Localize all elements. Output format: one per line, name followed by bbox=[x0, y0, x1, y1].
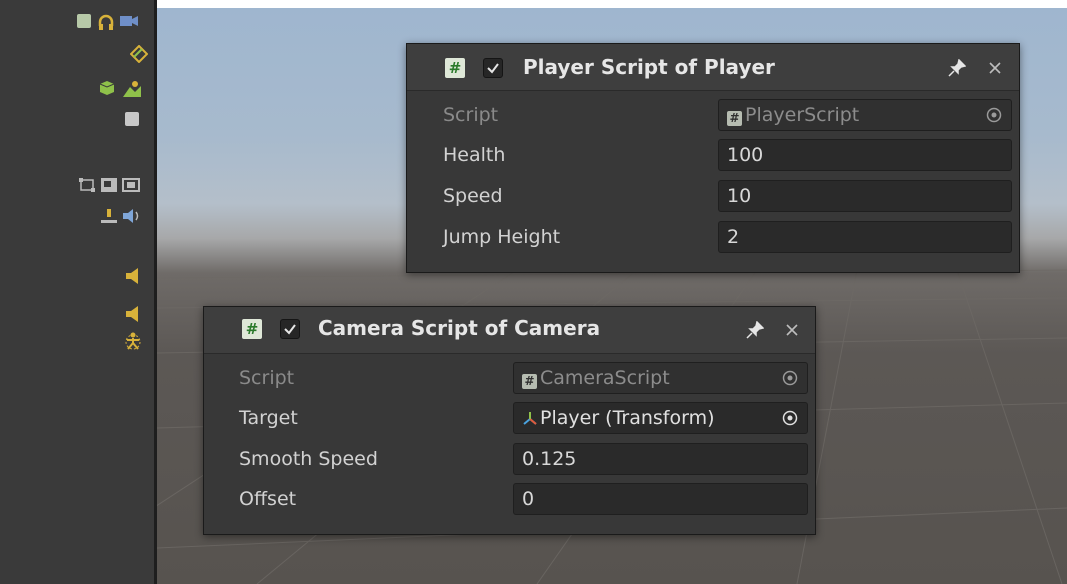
field-label-speed: Speed bbox=[443, 185, 503, 207]
enabled-checkbox[interactable] bbox=[280, 319, 300, 339]
panel-title: Camera Script of Camera bbox=[318, 316, 601, 340]
cube-icon[interactable] bbox=[99, 80, 115, 96]
field-label-smooth-speed: Smooth Speed bbox=[239, 448, 378, 470]
target-object-field[interactable]: Player (Transform) bbox=[513, 402, 808, 434]
enabled-checkbox[interactable] bbox=[483, 58, 503, 78]
transform-icon bbox=[523, 412, 537, 425]
target-icon bbox=[782, 370, 798, 386]
field-label-offset: Offset bbox=[239, 488, 297, 510]
gizmo-strip bbox=[0, 0, 157, 584]
close-icon[interactable] bbox=[785, 323, 799, 337]
camera-icon[interactable] bbox=[120, 14, 140, 28]
target-icon bbox=[986, 107, 1002, 123]
player-script-inspector: # Player Script of Player Script # Player… bbox=[406, 43, 1020, 273]
object-picker-button[interactable] bbox=[773, 363, 807, 393]
audio-source-icon[interactable] bbox=[125, 268, 141, 284]
field-label-script: Script bbox=[443, 104, 499, 126]
offset-input[interactable]: 0 bbox=[513, 483, 808, 515]
target-value: Player (Transform) bbox=[540, 407, 715, 429]
script-value: PlayerScript bbox=[745, 104, 860, 126]
script-icon: # bbox=[727, 111, 742, 126]
camera-script-inspector: # Camera Script of Camera Script # Camera… bbox=[203, 306, 816, 535]
canvas-icon[interactable] bbox=[100, 177, 118, 193]
field-label-health: Health bbox=[443, 144, 506, 166]
pin-icon[interactable] bbox=[948, 59, 966, 77]
script-object-field[interactable]: # PlayerScript bbox=[718, 99, 1012, 131]
panel-title: Player Script of Player bbox=[523, 55, 775, 79]
event-system-icon[interactable] bbox=[100, 208, 118, 224]
smooth-speed-input[interactable]: 0.125 bbox=[513, 443, 808, 475]
field-label-target: Target bbox=[239, 407, 298, 429]
field-label-jump-height: Jump Height bbox=[443, 226, 561, 248]
jump-height-input[interactable]: 2 bbox=[718, 221, 1012, 253]
light-probe-icon[interactable] bbox=[130, 45, 148, 63]
player-panel-header: # Player Script of Player bbox=[407, 44, 1019, 91]
pin-icon[interactable] bbox=[746, 321, 764, 339]
target-icon bbox=[782, 410, 798, 426]
character-icon[interactable] bbox=[124, 332, 142, 350]
script-value: CameraScript bbox=[540, 367, 670, 389]
speed-input[interactable]: 10 bbox=[718, 180, 1012, 212]
script-gizmo-icon-2[interactable] bbox=[125, 112, 139, 126]
object-picker-button[interactable] bbox=[773, 403, 807, 433]
panel-icon[interactable] bbox=[122, 177, 140, 193]
camera-panel-header: # Camera Script of Camera bbox=[204, 307, 815, 354]
audio-listener-icon[interactable] bbox=[122, 208, 142, 224]
field-label-script: Script bbox=[239, 367, 295, 389]
close-icon[interactable] bbox=[988, 61, 1002, 75]
health-input[interactable]: 100 bbox=[718, 139, 1012, 171]
audio-source-icon-2[interactable] bbox=[125, 306, 141, 322]
script-icon: # bbox=[445, 58, 465, 78]
script-icon: # bbox=[522, 374, 537, 389]
top-edge bbox=[0, 0, 1067, 8]
headphones-icon[interactable] bbox=[97, 13, 115, 31]
object-picker-button[interactable] bbox=[977, 100, 1011, 130]
checkmark-icon bbox=[284, 324, 296, 335]
rect-transform-icon[interactable] bbox=[78, 177, 96, 193]
checkmark-icon bbox=[487, 63, 499, 74]
script-gizmo-icon[interactable] bbox=[77, 14, 91, 28]
terrain-icon[interactable] bbox=[122, 80, 142, 98]
script-icon: # bbox=[242, 319, 262, 339]
script-object-field[interactable]: # CameraScript bbox=[513, 362, 808, 394]
